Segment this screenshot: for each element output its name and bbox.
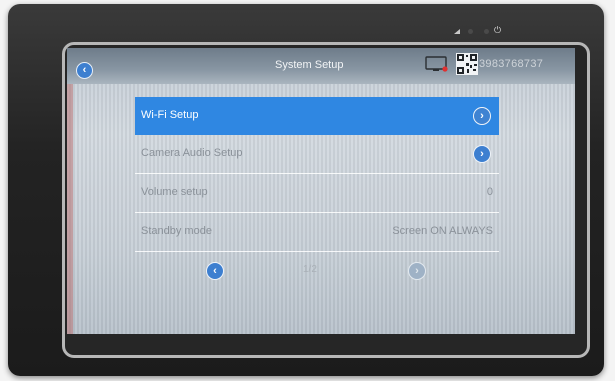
menu-item-label: Camera Audio Setup [141,147,243,159]
header-bar: ‹ System Setup 3983768737 [67,48,575,84]
page-title: System Setup [275,59,344,71]
chevron-right-icon: › [415,265,419,277]
display-screen: ‹ System Setup 3983768737 Wi-Fi Setup › … [67,48,575,334]
menu-item-standby-mode[interactable]: Standby mode Screen ON ALWAYS [135,213,499,252]
chevron-left-icon: ‹ [213,265,217,277]
indicator-led [468,29,473,34]
power-icon[interactable]: ⏻ [494,25,501,36]
device-serial: 3983768737 [479,58,544,70]
menu-item-wifi-setup[interactable]: Wi-Fi Setup › [135,97,499,135]
status-indicators: ⏻ [454,25,514,39]
menu-item-camera-audio-setup[interactable]: Camera Audio Setup › [135,135,499,174]
qr-code-icon [456,53,478,75]
menu-item-volume-setup[interactable]: Volume setup 0 [135,174,499,213]
menu-item-label: Wi-Fi Setup [141,109,199,121]
next-page-button[interactable]: › [408,262,426,280]
chevron-right-icon[interactable]: › [473,107,491,125]
menu-item-value: Screen ON ALWAYS [392,225,493,237]
prev-page-button[interactable]: ‹ [206,262,224,280]
screen-edge [67,48,73,334]
back-button[interactable]: ‹ [76,62,93,79]
tablet-icon [425,56,448,72]
page-indicator: 1/2 [303,264,317,275]
pagination: ‹ 1/2 › [67,258,575,282]
chevron-left-icon: ‹ [82,64,87,76]
menu-item-value: 0 [486,186,493,198]
signal-icon [454,29,460,34]
chevron-right-icon[interactable]: › [473,145,491,163]
indicator-led [484,29,489,34]
menu-item-label: Standby mode [141,225,212,237]
menu-item-label: Volume setup [141,186,208,198]
